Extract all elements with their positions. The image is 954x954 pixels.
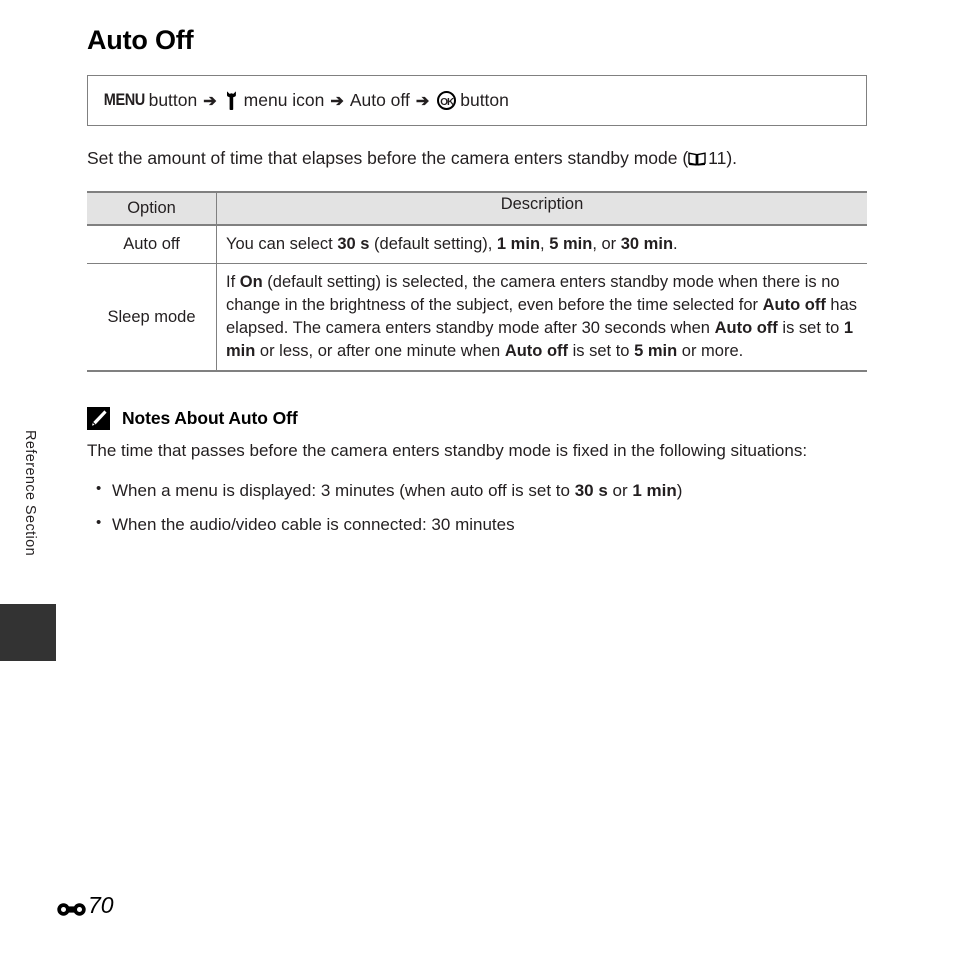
options-table: Option Description Auto off You can selec…	[87, 190, 867, 373]
table-body: Auto off You can select 30 s (default set…	[87, 224, 867, 373]
intro-text-after: ).	[726, 148, 738, 168]
body-text: (default setting),	[369, 234, 497, 253]
body-text: .	[673, 234, 678, 253]
book-icon	[688, 149, 706, 166]
cell-description: You can select 30 s (default setting), 1…	[216, 224, 867, 265]
body-text: is set to	[777, 318, 844, 337]
body-text: or less, or after one minute when	[255, 341, 505, 360]
menu-button-word: button	[148, 90, 198, 110]
emphasis-text: 1 min	[632, 481, 677, 501]
emphasis-text: Auto off	[762, 296, 826, 315]
table-row: Sleep mode If On (default setting) is sel…	[87, 263, 867, 373]
folio-number: 70	[88, 892, 114, 918]
column-header-option: Option	[87, 190, 217, 226]
section-thumb-tab	[0, 604, 56, 661]
note-title: Notes About Auto Off	[122, 408, 298, 429]
body-text: When a menu is displayed: 3 minutes (whe…	[112, 481, 575, 501]
body-text: )	[676, 481, 683, 501]
cell-option: Auto off	[87, 224, 217, 265]
body-text: You can select	[226, 234, 338, 253]
reference-section-e-icon	[57, 897, 86, 916]
note-bullet-item: When a menu is displayed: 3 minutes (whe…	[87, 479, 867, 503]
body-text: When the audio/video cable is connected:…	[112, 515, 515, 535]
emphasis-text: 30 s	[574, 481, 608, 501]
ok-button-icon: OK	[437, 91, 457, 110]
emphasis-text: On	[239, 273, 263, 292]
intro-paragraph: Set the amount of time that elapses befo…	[87, 147, 867, 171]
note-heading: Notes About Auto Off	[87, 407, 867, 431]
navigation-path: MENU button ➔ menu icon ➔ Auto off ➔ OK …	[101, 90, 509, 111]
emphasis-text: Auto off	[714, 318, 778, 337]
setup-menu-icon-label: menu icon	[243, 90, 325, 110]
body-text: or	[607, 481, 633, 501]
section-label-vertical: Reference Section	[22, 430, 38, 557]
emphasis-text: Auto off	[504, 341, 569, 360]
cell-option: Sleep mode	[87, 263, 217, 373]
ok-button-word: button	[460, 90, 509, 110]
body-text: ,	[540, 234, 550, 253]
emphasis-text: 30 s	[337, 234, 370, 253]
page-content: Auto Off MENU button ➔ menu icon ➔ Auto …	[87, 0, 867, 537]
note-intro-text: The time that passes before the camera e…	[87, 441, 808, 461]
column-header-description: Description	[216, 190, 867, 226]
table-row: Auto off You can select 30 s (default set…	[87, 224, 867, 265]
intro-ref-page: 11	[708, 148, 727, 168]
page-folio: 70	[57, 892, 114, 919]
navigation-path-box: MENU button ➔ menu icon ➔ Auto off ➔ OK …	[87, 75, 867, 126]
arrow-right-icon-1: ➔	[203, 92, 217, 110]
body-text: If	[226, 273, 240, 292]
body-text: (default setting) is selected, the camer…	[226, 273, 840, 315]
wrench-icon	[224, 91, 239, 110]
emphasis-text: 5 min	[634, 341, 678, 360]
emphasis-text: 5 min	[549, 234, 593, 253]
table-head: Option Description	[87, 190, 867, 226]
menu-button-glyph: MENU	[103, 91, 145, 109]
emphasis-text: 30 min	[620, 234, 674, 253]
intro-text-before: Set the amount of time that elapses befo…	[87, 148, 689, 168]
note-bullet-item: When the audio/video cable is connected:…	[87, 513, 867, 537]
table-header-row: Option Description	[87, 190, 867, 226]
pencil-icon	[87, 407, 110, 431]
cell-description: If On (default setting) is selected, the…	[216, 263, 867, 373]
body-text: , or	[592, 234, 621, 253]
arrow-right-icon-2: ➔	[330, 92, 344, 110]
note-bullet-list: When a menu is displayed: 3 minutes (whe…	[87, 479, 867, 537]
emphasis-text: 1 min	[496, 234, 541, 253]
body-text: is set to	[568, 341, 635, 360]
page-title: Auto Off	[87, 25, 194, 55]
body-text: or more.	[677, 341, 744, 360]
arrow-right-icon-3: ➔	[415, 92, 430, 110]
menu-item-label: Auto off	[349, 90, 410, 110]
